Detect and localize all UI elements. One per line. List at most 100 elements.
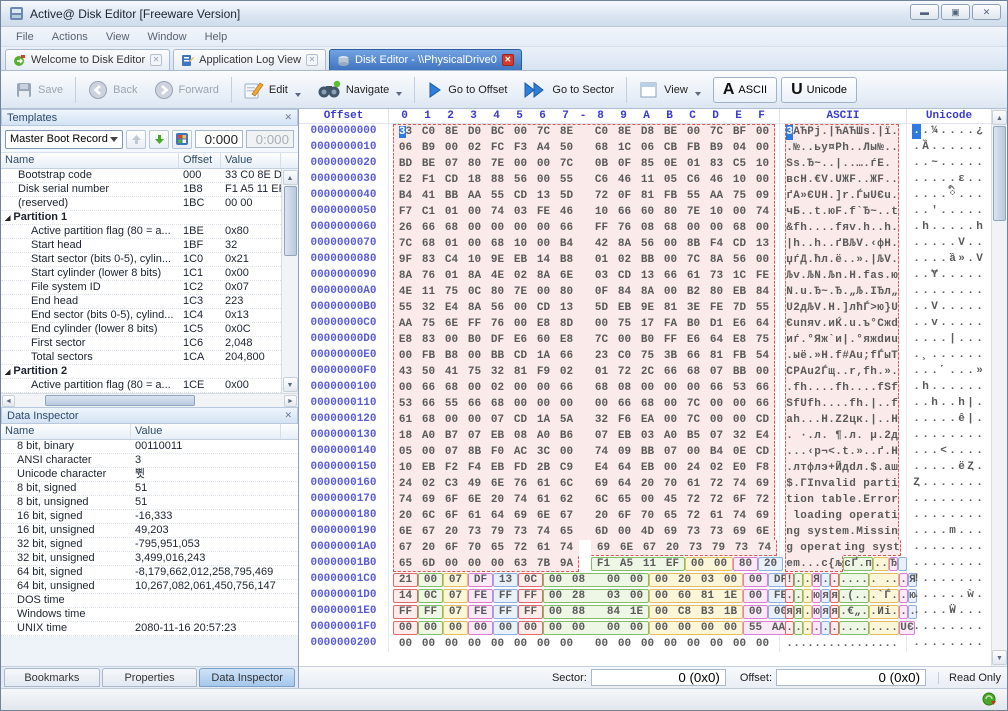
ascii-char[interactable]: r [821, 541, 828, 556]
hex-byte[interactable]: 5A [555, 413, 578, 428]
offset-cell[interactable]: 00000001A0 [299, 540, 389, 556]
hex-byte[interactable]: 6F [440, 541, 463, 556]
ascii-char[interactable]: . [849, 141, 856, 156]
offset-cell[interactable]: 0000000040 [299, 188, 389, 204]
ascii-char[interactable]: . [807, 413, 814, 428]
hex-byte[interactable]: 68 [486, 237, 509, 252]
ascii-char[interactable]: в [786, 173, 793, 188]
unicode-char[interactable]: Ȥ [966, 460, 975, 475]
hex-byte[interactable]: 07 [444, 589, 467, 604]
inspector-row[interactable]: UNIX time2080-11-16 20:57:23 [1, 622, 298, 636]
ascii-char[interactable]: . [842, 429, 849, 444]
ascii-char[interactable]: . [877, 621, 884, 636]
ascii-char[interactable]: . [828, 637, 835, 652]
ascii-char[interactable]: . [821, 157, 828, 172]
hex-byte[interactable]: 0F [590, 285, 613, 300]
ascii-char[interactable]: t [884, 509, 891, 524]
ascii-char[interactable]: 3 [786, 125, 793, 140]
unicode-char[interactable]: . [912, 508, 921, 523]
ascii-char[interactable]: л [849, 301, 856, 316]
hex-byte[interactable]: 00 [590, 317, 613, 332]
hex-byte[interactable]: F7 [394, 205, 417, 220]
hex-byte[interactable]: 00 [532, 397, 555, 412]
hex-byte[interactable]: FB [659, 189, 682, 204]
hex-byte[interactable]: 08 [567, 573, 590, 588]
scroll-down-icon[interactable]: ▼ [992, 650, 1007, 665]
unicode-char[interactable]: . [939, 460, 948, 475]
ascii-char[interactable]: . [891, 173, 898, 188]
ascii-char[interactable]: p [807, 541, 814, 556]
ascii-char[interactable]: ж [884, 317, 891, 332]
tab-bookmarks[interactable]: Bookmarks [4, 668, 100, 687]
unicode-char[interactable]: . [939, 572, 948, 587]
ascii-char[interactable]: ю [813, 605, 820, 620]
hex-byte[interactable]: 55 [744, 621, 767, 636]
unicode-char[interactable]: Ȁ [921, 140, 930, 155]
unicode-char[interactable]: . [975, 572, 984, 587]
hex-byte[interactable]: 67 [555, 509, 578, 524]
ascii-char[interactable]: U [814, 189, 821, 204]
ascii-char[interactable]: . [863, 157, 870, 172]
ascii-char[interactable]: р [814, 445, 821, 460]
ascii-char[interactable]: И [877, 605, 884, 620]
hex-byte[interactable]: 84 [751, 285, 774, 300]
ascii-char[interactable]: | [835, 157, 842, 172]
hex-byte[interactable]: 00 [650, 589, 673, 604]
unicode-char[interactable]: . [930, 604, 939, 619]
hex-byte[interactable]: 00 [719, 573, 742, 588]
hex-byte[interactable]: 13 [555, 301, 578, 316]
hex-byte[interactable]: DF [486, 333, 509, 348]
hex-byte[interactable]: CD [509, 413, 532, 428]
hex-byte[interactable]: 18 [463, 173, 486, 188]
hex-byte[interactable]: E2 [394, 173, 417, 188]
unicode-char[interactable]: . [930, 172, 939, 187]
hex-byte[interactable]: 00 [682, 125, 705, 140]
ascii-char[interactable]: Н [821, 349, 828, 364]
hex-byte[interactable]: 07 [590, 429, 613, 444]
hex-byte[interactable]: 81 [705, 349, 728, 364]
unicode-char[interactable]: V [930, 300, 939, 315]
ascii-char[interactable]: ь [814, 141, 821, 156]
hex-byte[interactable]: 07 [463, 429, 486, 444]
hex-byte[interactable]: 69 [751, 509, 774, 524]
ascii-char[interactable]: Љ [828, 269, 835, 284]
unicode-char[interactable]: ԑ [957, 172, 966, 187]
ascii-char[interactable]: . [842, 365, 849, 380]
template-field-row[interactable]: Start cylinder (lower 8 bits)1C10x00 [1, 267, 281, 281]
ascii-char[interactable]: e [814, 541, 821, 556]
ascii-char[interactable]: . [835, 365, 842, 380]
unicode-char[interactable]: . [948, 268, 957, 283]
unicode-char[interactable]: . [966, 236, 975, 251]
hex-byte[interactable]: 00 [705, 637, 728, 652]
ascii-char[interactable]: ф [877, 237, 884, 252]
ascii-char[interactable]: А [842, 125, 849, 140]
ascii-char[interactable]: 2 [884, 429, 891, 444]
hex-byte[interactable]: 6C [590, 493, 613, 508]
ascii-char[interactable]: Ђ [890, 557, 897, 572]
ascii-char[interactable]: . [793, 445, 800, 460]
unicode-char[interactable]: . [957, 348, 966, 363]
hex-byte[interactable]: 00 [613, 525, 636, 540]
unicode-char[interactable]: . [921, 236, 930, 251]
hex-byte[interactable]: 00 [532, 157, 555, 172]
ascii-char[interactable]: . [807, 253, 814, 268]
ascii-char[interactable]: n [851, 541, 858, 556]
hex-byte[interactable]: 20 [636, 477, 659, 492]
ascii-char[interactable]: s [886, 541, 893, 556]
hex-byte[interactable]: 73 [684, 541, 707, 556]
inspector-row[interactable]: DOS time [1, 594, 298, 608]
unicode-char[interactable]: . [948, 556, 957, 571]
tab-close-icon[interactable]: ✕ [306, 54, 318, 66]
ascii-char[interactable]: l [793, 509, 800, 524]
unicode-char[interactable]: . [921, 476, 930, 491]
ascii-char[interactable]: . [870, 445, 877, 460]
ascii-char[interactable]: . [877, 637, 884, 652]
hex-byte[interactable]: 03 [509, 205, 532, 220]
unicode-char[interactable]: ¿ [975, 124, 984, 139]
ascii-char[interactable]: y [814, 525, 821, 540]
ascii-char[interactable]: . [828, 253, 835, 268]
ascii-char[interactable]: | [870, 253, 877, 268]
unicode-char[interactable]: . [948, 284, 957, 299]
ascii-char[interactable]: € [847, 605, 854, 620]
hex-byte[interactable]: 02 [417, 477, 440, 492]
